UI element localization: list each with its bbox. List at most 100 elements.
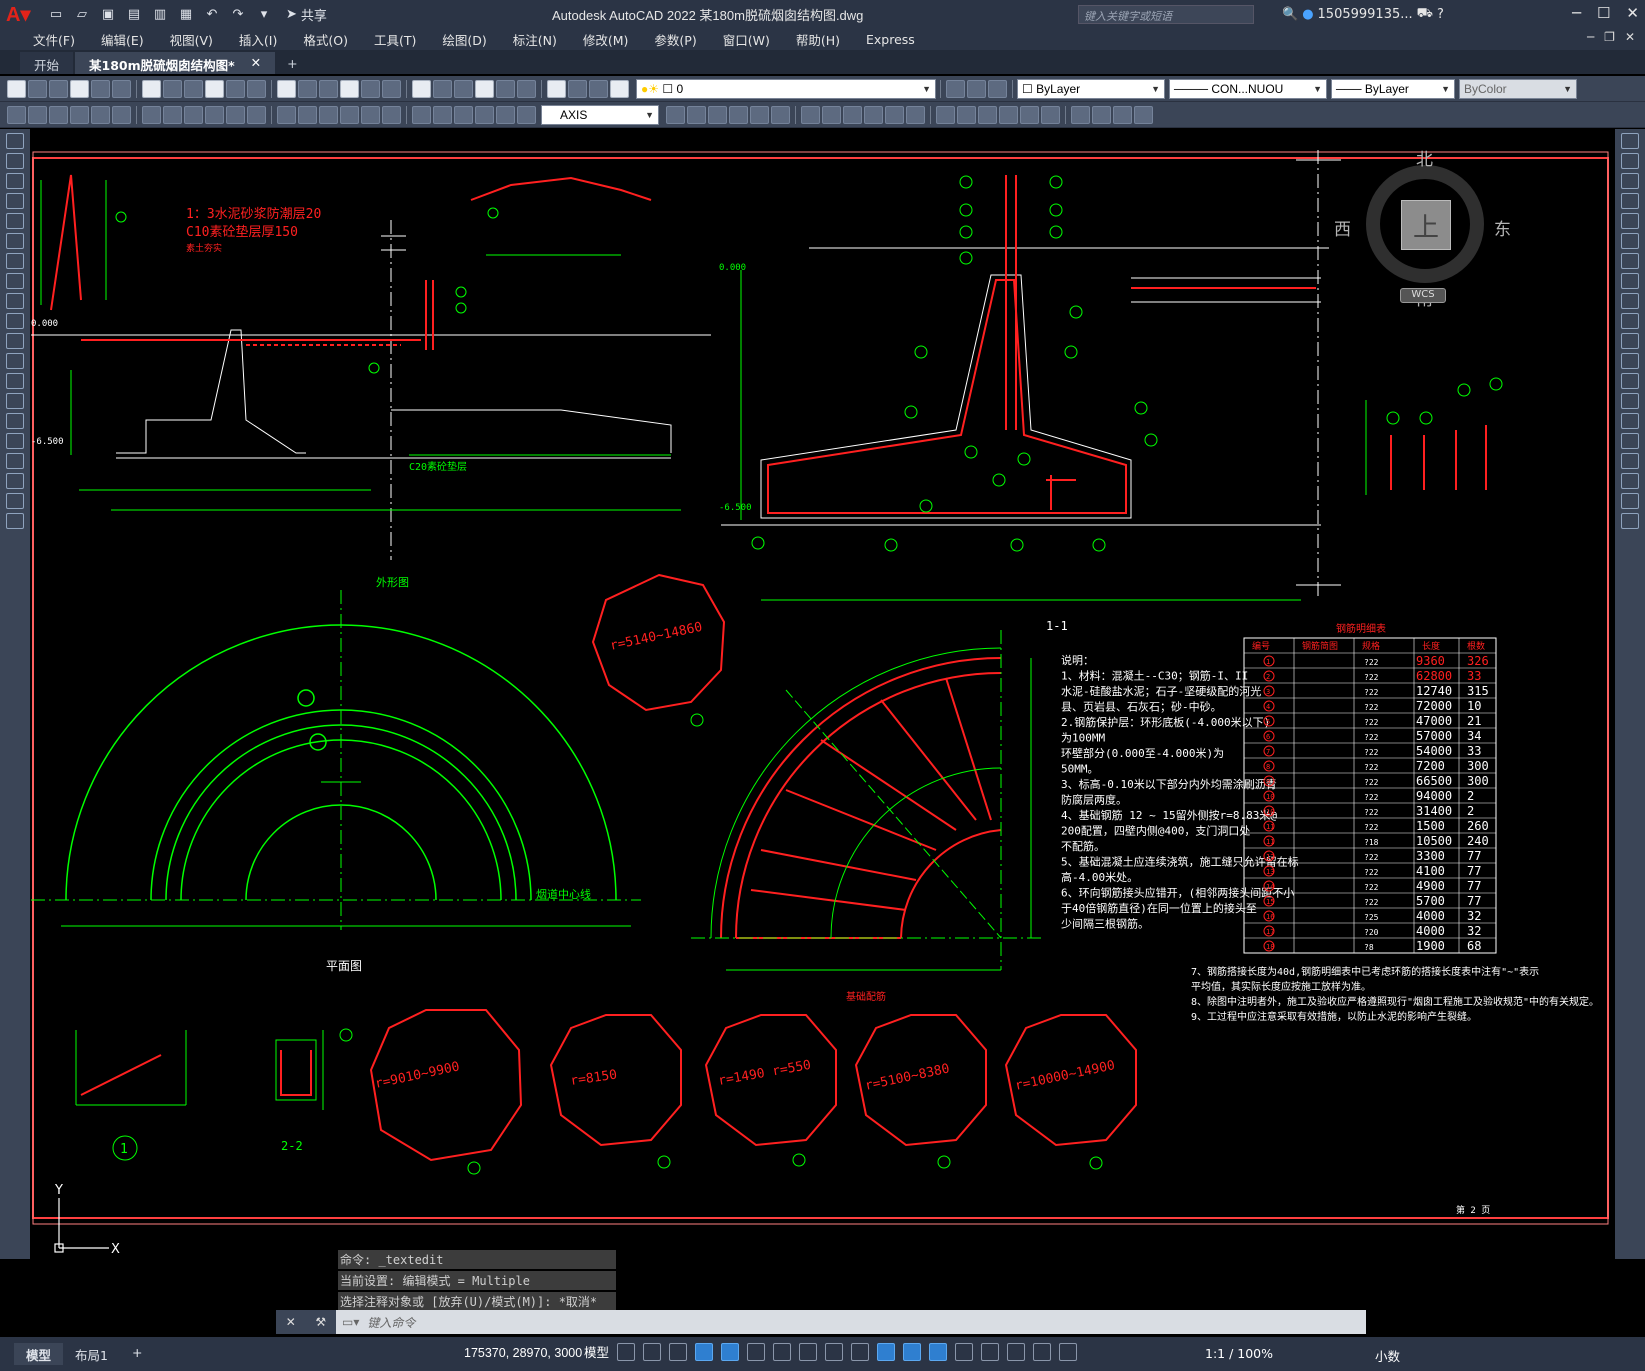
toolbar-tool-icon[interactable]	[361, 79, 380, 98]
toolbar-tool-icon[interactable]	[361, 105, 380, 124]
toolbar-tool-icon[interactable]	[298, 79, 317, 98]
tab-model[interactable]: 模型	[14, 1343, 64, 1365]
toolbar-tool-icon[interactable]	[589, 79, 608, 98]
toolbar-tool-icon[interactable]	[1041, 105, 1060, 124]
toolbar-tool-icon[interactable]	[412, 105, 431, 124]
toolbar-tool-icon[interactable]	[822, 105, 841, 124]
toolbar-tool-icon[interactable]	[28, 105, 47, 124]
palette-tool-icon[interactable]	[6, 153, 24, 169]
palette-tool-icon[interactable]	[1621, 393, 1639, 409]
toolbar-tool-icon[interactable]	[319, 105, 338, 124]
toolbar-tool-icon[interactable]	[936, 105, 955, 124]
toolbar-tool-icon[interactable]	[49, 79, 68, 98]
toolbar-tool-icon[interactable]	[184, 79, 203, 98]
menu-item[interactable]: 参数(P)	[641, 30, 709, 49]
toolbar-tool-icon[interactable]	[7, 105, 26, 124]
dimstyle-combo[interactable]: AXIS ▼	[541, 104, 659, 125]
palette-tool-icon[interactable]	[1621, 433, 1639, 449]
toolbar-tool-icon[interactable]	[340, 79, 359, 98]
toolbar-tool-icon[interactable]	[475, 79, 494, 98]
palette-tool-icon[interactable]	[6, 373, 24, 389]
doc-minimize-icon[interactable]: ─	[1587, 30, 1594, 44]
toolbar-tool-icon[interactable]	[277, 105, 296, 124]
coordinate-readout[interactable]: 175370, 28970, 3000	[464, 1346, 582, 1360]
status-toggle-icon[interactable]	[747, 1342, 766, 1361]
toolbar-tool-icon[interactable]	[843, 105, 862, 124]
menu-item[interactable]: 窗口(W)	[710, 30, 783, 49]
toolbar-tool-icon[interactable]	[517, 105, 536, 124]
status-toggle-icon[interactable]	[669, 1342, 688, 1361]
viewcube-top-face[interactable]: 上	[1401, 200, 1451, 250]
toolbar-tool-icon[interactable]	[517, 79, 536, 98]
toolbar-tool-icon[interactable]	[687, 105, 706, 124]
autocad-logo-icon[interactable]: A▾	[6, 2, 32, 26]
tab-start[interactable]: 开始	[20, 52, 74, 74]
close-tab-icon[interactable]: ✕	[251, 55, 261, 71]
add-layout-button[interactable]: +	[120, 1343, 154, 1365]
toolbar-tool-icon[interactable]	[319, 79, 338, 98]
palette-tool-icon[interactable]	[6, 173, 24, 189]
wrench-icon[interactable]: ⚒	[315, 1315, 326, 1329]
palette-tool-icon[interactable]	[6, 353, 24, 369]
search-icon[interactable]: 🔍	[1282, 7, 1298, 22]
share-button[interactable]: ➤ 共享	[286, 5, 327, 24]
palette-tool-icon[interactable]	[1621, 453, 1639, 469]
status-toggle-icon[interactable]	[773, 1342, 792, 1361]
layer-combo[interactable]: ●☀ ☐ 0 ▼	[636, 78, 936, 99]
save-icon[interactable]: ▣	[98, 5, 118, 23]
toolbar-tool-icon[interactable]	[28, 79, 47, 98]
units-display[interactable]: 小数	[1375, 1346, 1400, 1365]
toolbar-tool-icon[interactable]	[70, 105, 89, 124]
toolbar-tool-icon[interactable]	[70, 79, 89, 98]
menu-item[interactable]: 标注(N)	[500, 30, 570, 49]
tab-drawing[interactable]: 某180m脱硫烟囱结构图* ✕	[75, 52, 276, 74]
toolbar-tool-icon[interactable]	[142, 79, 161, 98]
palette-tool-icon[interactable]	[6, 253, 24, 269]
toolbar-tool-icon[interactable]	[568, 79, 587, 98]
palette-tool-icon[interactable]	[1621, 353, 1639, 369]
status-toggle-icon[interactable]	[1059, 1342, 1078, 1361]
toolbar-tool-icon[interactable]	[277, 79, 296, 98]
toolbar-tool-icon[interactable]	[999, 105, 1018, 124]
toolbar-tool-icon[interactable]	[1134, 105, 1153, 124]
palette-tool-icon[interactable]	[1621, 493, 1639, 509]
help-icon[interactable]: ?	[1437, 7, 1444, 22]
toolbar-tool-icon[interactable]	[49, 105, 68, 124]
menu-item[interactable]: 帮助(H)	[783, 30, 853, 49]
menu-item[interactable]: 插入(I)	[226, 30, 290, 49]
new-tab-button[interactable]: +	[277, 53, 307, 74]
palette-tool-icon[interactable]	[6, 333, 24, 349]
palette-tool-icon[interactable]	[1621, 333, 1639, 349]
maximize-icon[interactable]: ☐	[1597, 4, 1610, 22]
toolbar-tool-icon[interactable]	[496, 105, 515, 124]
wcs-menu[interactable]: WCS	[1400, 288, 1446, 303]
palette-tool-icon[interactable]	[6, 273, 24, 289]
toolbar-tool-icon[interactable]	[547, 79, 566, 98]
palette-tool-icon[interactable]	[6, 493, 24, 509]
status-toggle-icon[interactable]	[1033, 1342, 1052, 1361]
color-combo[interactable]: ☐ ByLayer ▼	[1017, 78, 1165, 99]
compass-west[interactable]: 西	[1334, 215, 1351, 240]
palette-tool-icon[interactable]	[1621, 193, 1639, 209]
drawing-area[interactable]: 1：3水泥砂浆防潮层20 C10素砼垫层厚150 素土夯实 C20素砼垫层 0.…	[31, 130, 1614, 1258]
status-toggle-icon[interactable]	[695, 1342, 714, 1361]
toolbar-tool-icon[interactable]	[610, 79, 629, 98]
toolbar-tool-icon[interactable]	[91, 105, 110, 124]
toolbar-tool-icon[interactable]	[864, 105, 883, 124]
toolbar-tool-icon[interactable]	[205, 79, 224, 98]
new-icon[interactable]: ▭	[46, 5, 66, 23]
palette-tool-icon[interactable]	[1621, 473, 1639, 489]
toolbar-tool-icon[interactable]	[112, 79, 131, 98]
toolbar-tool-icon[interactable]	[957, 105, 976, 124]
toolbar-tool-icon[interactable]	[163, 105, 182, 124]
status-toggle-icon[interactable]	[955, 1342, 974, 1361]
linetype-combo[interactable]: ──── CON...NUOU ▼	[1169, 78, 1327, 99]
minimize-icon[interactable]: ─	[1572, 4, 1581, 22]
status-toggle-icon[interactable]	[903, 1342, 922, 1361]
search-input[interactable]: 键入关键字或短语	[1078, 5, 1254, 24]
doc-close-icon[interactable]: ✕	[1625, 30, 1635, 44]
toolbar-tool-icon[interactable]	[454, 105, 473, 124]
toolbar-tool-icon[interactable]	[1092, 105, 1111, 124]
toolbar-tool-icon[interactable]	[433, 79, 452, 98]
toolbar-tool-icon[interactable]	[729, 105, 748, 124]
